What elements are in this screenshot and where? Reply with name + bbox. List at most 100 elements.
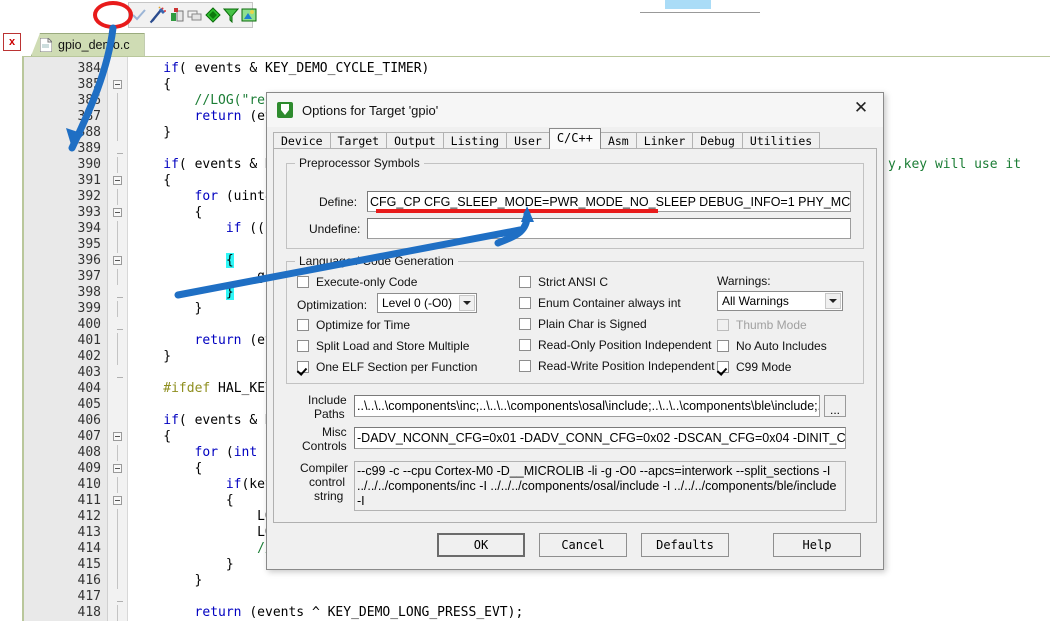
- target-options-icon[interactable]: [169, 5, 185, 26]
- fold-toggle-icon[interactable]: [113, 464, 122, 473]
- lang3-checkbox-c99-mode[interactable]: [717, 361, 729, 373]
- code-line[interactable]: {: [226, 493, 234, 509]
- lang-label-split-load-and-store-multiple: Split Load and Store Multiple: [316, 339, 470, 353]
- optimization-select[interactable]: Level 0 (-O0): [377, 293, 477, 313]
- lang2-checkbox-enum-container-always-int[interactable]: [519, 297, 531, 309]
- dialog-title-bar: Options for Target 'gpio': [267, 93, 883, 127]
- fold-end-marker: [117, 377, 123, 378]
- target-options-check-icon[interactable]: [131, 5, 147, 26]
- code-line[interactable]: {: [163, 173, 171, 189]
- options-for-target-dialog: Options for Target 'gpio' ✕ Device Target…: [266, 92, 884, 570]
- lang3-checkbox-no-auto-includes[interactable]: [717, 340, 729, 352]
- fold-toggle-icon[interactable]: [113, 208, 122, 217]
- code-line[interactable]: }: [163, 349, 171, 365]
- line-number: 387: [77, 109, 101, 124]
- fold-toggle-icon[interactable]: [113, 496, 122, 505]
- undefine-label: Undefine:: [309, 222, 361, 236]
- cancel-button[interactable]: Cancel: [539, 533, 627, 557]
- lang2-label-read-write-position-independent: Read-Write Position Independent: [538, 359, 715, 373]
- code-line[interactable]: {: [225, 253, 234, 269]
- line-number: 407: [77, 429, 101, 444]
- fold-toggle-icon[interactable]: [113, 80, 122, 89]
- compiler-control-label-2: control: [309, 475, 346, 489]
- dialog-tab-debug[interactable]: Debug: [692, 132, 743, 149]
- code-line[interactable]: {: [163, 429, 171, 445]
- green-filter-icon[interactable]: [223, 5, 239, 26]
- dialog-button-row: OK Cancel Defaults Help: [273, 529, 877, 563]
- chevron-down-icon[interactable]: [459, 295, 475, 311]
- lang2-checkbox-read-write-position-independent[interactable]: [519, 360, 531, 372]
- define-input[interactable]: CFG_CP CFG_SLEEP_MODE=PWR_MODE_NO_SLEEP …: [367, 191, 851, 212]
- defaults-button[interactable]: Defaults: [641, 533, 729, 557]
- lang-checkbox-optimize-for-time[interactable]: [297, 319, 309, 331]
- lang2-checkbox-read-only-position-independent[interactable]: [519, 339, 531, 351]
- dialog-close-icon[interactable]: ✕: [839, 93, 883, 123]
- lang-checkbox-split-load-and-store-multiple[interactable]: [297, 340, 309, 352]
- dialog-tab-asm[interactable]: Asm: [599, 132, 637, 149]
- code-line[interactable]: }: [226, 557, 234, 573]
- uvision-app-icon: [277, 102, 293, 118]
- optimization-label: Optimization:: [297, 298, 368, 312]
- code-line[interactable]: if( events & KEY_DEMO_CYCLE_TIMER): [163, 61, 429, 77]
- dialog-tab-strip[interactable]: Device Target Output Listing User C/C++ Asm Lin…: [273, 128, 877, 149]
- manage-components-icon[interactable]: [187, 5, 203, 26]
- fold-toggle-icon[interactable]: [113, 432, 122, 441]
- fold-toggle-icon[interactable]: [113, 256, 122, 265]
- code-line[interactable]: {: [195, 205, 203, 221]
- dialog-tab-listing[interactable]: Listing: [442, 132, 508, 149]
- ok-button[interactable]: OK: [437, 533, 525, 557]
- code-line[interactable]: return (events ^ KEY_DEMO_LONG_PRESS_EVT…: [195, 605, 524, 621]
- multi-project-icon[interactable]: [241, 5, 257, 26]
- line-number: 401: [77, 333, 101, 348]
- fold-toggle-icon[interactable]: [113, 176, 122, 185]
- line-number: 409: [77, 461, 101, 476]
- define-label: Define:: [319, 195, 358, 209]
- help-button[interactable]: Help: [773, 533, 861, 557]
- dialog-tab-c-c-[interactable]: C/C++: [548, 128, 601, 149]
- include-paths-input[interactable]: ..\..\..\components\inc;..\..\..\compone…: [354, 395, 820, 417]
- green-diamond-icon[interactable]: [205, 5, 221, 26]
- document-tab-gpio-demo[interactable]: gpio_demo.c: [31, 33, 145, 56]
- warnings-select[interactable]: All Warnings: [717, 291, 843, 311]
- fold-guide-line: [117, 573, 118, 589]
- line-number: 405: [77, 397, 101, 412]
- dialog-tab-device[interactable]: Device: [273, 132, 331, 149]
- fold-guide-line: [117, 605, 118, 621]
- dialog-title: Options for Target 'gpio': [302, 102, 439, 118]
- dialog-tab-target[interactable]: Target: [329, 132, 388, 149]
- build-wand-icon[interactable]: [149, 5, 167, 26]
- chevron-down-icon-warnings[interactable]: [825, 293, 841, 309]
- line-number: 385: [77, 77, 101, 92]
- fold-guide-line: [117, 541, 118, 557]
- close-button[interactable]: x: [3, 33, 21, 51]
- line-number: 386: [77, 93, 101, 108]
- code-line[interactable]: }: [195, 573, 203, 589]
- lang2-checkbox-plain-char-is-signed[interactable]: [519, 318, 531, 330]
- include-paths-browse-button[interactable]: ...: [824, 395, 846, 417]
- dialog-tab-utilities[interactable]: Utilities: [741, 132, 821, 149]
- code-line[interactable]: {: [163, 77, 171, 93]
- code-line[interactable]: {: [195, 461, 203, 477]
- misc-controls-input[interactable]: -DADV_NCONN_CFG=0x01 -DADV_CONN_CFG=0x02…: [354, 427, 846, 449]
- compiler-control-string-input[interactable]: --c99 -c --cpu Cortex-M0 -D__MICROLIB -l…: [354, 461, 846, 511]
- highlighted-toolbar-item: [665, 0, 711, 9]
- preprocessor-symbols-group: Preprocessor Symbols Define: CFG_CP CFG_…: [286, 156, 864, 249]
- lang-checkbox-one-elf-section-per-function[interactable]: [297, 361, 309, 373]
- undefine-input[interactable]: [367, 218, 851, 239]
- code-line[interactable]: }: [225, 285, 234, 301]
- optimization-value: Level 0 (-O0): [382, 296, 453, 310]
- dialog-tab-linker[interactable]: Linker: [635, 132, 694, 149]
- lang2-checkbox-strict-ansi-c[interactable]: [519, 276, 531, 288]
- warnings-label: Warnings:: [717, 274, 771, 288]
- code-folding-column[interactable]: [108, 57, 128, 621]
- dialog-tab-output[interactable]: Output: [386, 132, 444, 149]
- line-number: 414: [77, 541, 101, 556]
- lang-checkbox-execute-only-code[interactable]: [297, 276, 309, 288]
- line-number: 410: [77, 477, 101, 492]
- line-number: 392: [77, 189, 101, 204]
- code-line[interactable]: }: [163, 125, 171, 141]
- dialog-tab-user[interactable]: User: [506, 132, 550, 149]
- line-number: 416: [77, 573, 101, 588]
- code-line[interactable]: }: [195, 301, 203, 317]
- lang3-label-c99-mode: C99 Mode: [736, 360, 792, 374]
